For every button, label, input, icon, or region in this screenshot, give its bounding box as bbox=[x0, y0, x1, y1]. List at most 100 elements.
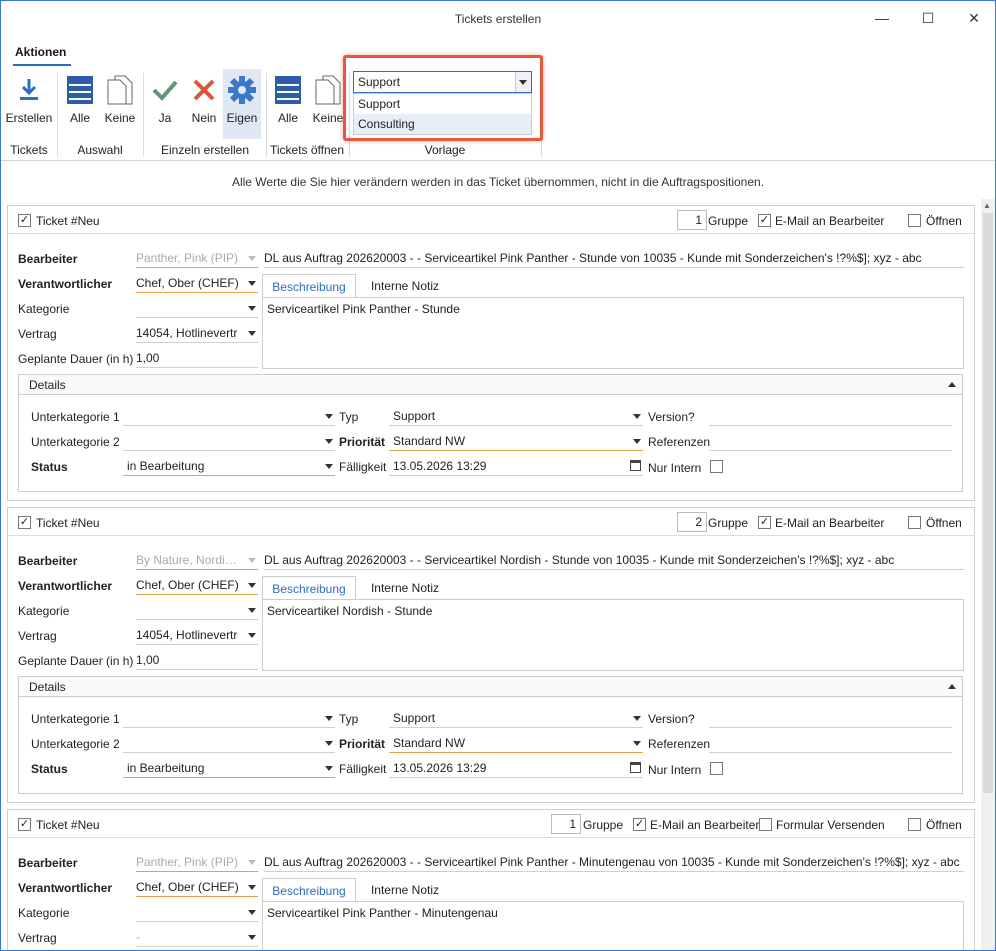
ticket-checkbox[interactable]: ✓ bbox=[18, 818, 31, 831]
scroll-up-icon[interactable]: ▲ bbox=[983, 201, 991, 210]
ja-button[interactable]: Ja bbox=[149, 69, 181, 139]
typ-combo[interactable]: Support bbox=[389, 406, 643, 426]
prioritaet-combo[interactable]: Standard NW bbox=[389, 431, 643, 451]
verantwortlicher-combo[interactable]: Chef, Ober (CHEF) bbox=[136, 877, 258, 897]
beschreibung-textarea[interactable]: Serviceartikel Pink Panther - Stunde bbox=[262, 297, 964, 369]
vorlage-option-support[interactable]: Support bbox=[354, 94, 531, 114]
vertrag-label: Vertrag bbox=[18, 327, 57, 341]
tab-interne-notiz[interactable]: Interne Notiz bbox=[360, 878, 450, 902]
bearbeiter-combo[interactable]: By Nature, Nordi… bbox=[136, 550, 258, 570]
close-button[interactable]: ✕ bbox=[951, 5, 995, 31]
faelligkeit-input[interactable]: 13.05.2026 13:29 bbox=[389, 456, 643, 476]
verantwortlicher-combo[interactable]: Chef, Ober (CHEF) bbox=[136, 273, 258, 293]
beschreibung-textarea[interactable]: Serviceartikel Nordish - Stunde bbox=[262, 599, 964, 671]
kategorie-label: Kategorie bbox=[18, 302, 70, 316]
email-checkbox[interactable]: ✓ bbox=[633, 818, 646, 831]
bearbeiter-label: Bearbeiter bbox=[18, 554, 78, 568]
dauer-input[interactable]: 1,00 bbox=[136, 348, 258, 368]
bearbeiter-combo[interactable]: Panther, Pink (PIP) bbox=[136, 852, 258, 872]
keine-auswahl-button[interactable]: Keine bbox=[101, 69, 139, 139]
oeffnen-checkbox[interactable] bbox=[908, 214, 921, 227]
nur-intern-checkbox[interactable] bbox=[710, 460, 723, 473]
scrollbar-thumb[interactable] bbox=[983, 213, 993, 793]
prioritaet-combo[interactable]: Standard NW bbox=[389, 733, 643, 753]
collapse-icon[interactable] bbox=[948, 684, 956, 689]
subject-input[interactable]: DL aus Auftrag 202620003 - - Servicearti… bbox=[264, 248, 964, 268]
nein-label: Nein bbox=[191, 111, 217, 125]
unterkat1-combo[interactable] bbox=[123, 406, 335, 426]
gruppe-input[interactable]: 2 bbox=[677, 512, 707, 532]
minimize-button[interactable]: — bbox=[859, 5, 905, 31]
faelligkeit-input[interactable]: 13.05.2026 13:29 bbox=[389, 758, 643, 778]
collapse-icon[interactable] bbox=[948, 382, 956, 387]
email-checkbox[interactable]: ✓ bbox=[758, 516, 771, 529]
dauer-input[interactable]: 1,00 bbox=[136, 650, 258, 670]
eigen-button[interactable]: Eigen bbox=[223, 69, 261, 139]
unterkat1-combo[interactable] bbox=[123, 708, 335, 728]
nein-button[interactable]: Nein bbox=[187, 69, 221, 139]
referenzen-input[interactable] bbox=[709, 431, 952, 451]
vertrag-combo[interactable]: 14054, Hotlinevertr bbox=[136, 323, 258, 343]
chevron-down-icon[interactable] bbox=[515, 72, 531, 92]
verantwortlicher-value: Chef, Ober (CHEF) bbox=[136, 578, 239, 592]
maximize-button[interactable]: ☐ bbox=[905, 5, 951, 31]
ticket-tabs: Beschreibung Interne Notiz bbox=[262, 274, 962, 298]
version-label: Version? bbox=[648, 712, 695, 726]
kategorie-combo[interactable] bbox=[136, 298, 258, 318]
tab-interne-notiz[interactable]: Interne Notiz bbox=[360, 274, 450, 298]
ticket-header: ✓ Ticket #Neu 2 Gruppe ✓ E-Mail an Bearb… bbox=[8, 508, 974, 536]
kategorie-label: Kategorie bbox=[18, 604, 70, 618]
group-einzeln-label: Einzeln erstellen bbox=[160, 143, 250, 157]
tab-beschreibung[interactable]: Beschreibung bbox=[262, 878, 356, 902]
alle-oeffnen-button[interactable]: Alle bbox=[271, 69, 305, 139]
vertrag-combo[interactable]: - bbox=[136, 927, 258, 947]
tab-interne-notiz[interactable]: Interne Notiz bbox=[360, 576, 450, 600]
typ-combo[interactable]: Support bbox=[389, 708, 643, 728]
version-input[interactable] bbox=[709, 406, 952, 426]
unterkat1-label: Unterkategorie 1 bbox=[31, 712, 120, 726]
gruppe-input[interactable]: 1 bbox=[677, 210, 707, 230]
oeffnen-checkbox[interactable] bbox=[908, 516, 921, 529]
unterkat1-label: Unterkategorie 1 bbox=[31, 410, 120, 424]
typ-label: Typ bbox=[339, 410, 359, 424]
email-checkbox[interactable]: ✓ bbox=[758, 214, 771, 227]
ticket-checkbox[interactable]: ✓ bbox=[18, 214, 31, 227]
subject-input[interactable]: DL aus Auftrag 202620003 - - Servicearti… bbox=[264, 550, 964, 570]
kategorie-combo[interactable] bbox=[136, 600, 258, 620]
gruppe-input[interactable]: 1 bbox=[551, 814, 581, 834]
tab-beschreibung[interactable]: Beschreibung bbox=[262, 274, 356, 298]
document-icon bbox=[107, 75, 133, 105]
prioritaet-label: Priorität bbox=[339, 435, 386, 449]
version-input[interactable] bbox=[709, 708, 952, 728]
status-combo[interactable]: in Bearbeitung bbox=[123, 456, 335, 476]
vertical-scrollbar[interactable]: ▲ bbox=[981, 199, 995, 950]
unterkat2-combo[interactable] bbox=[123, 733, 335, 753]
calendar-icon[interactable] bbox=[630, 460, 641, 471]
subject-input[interactable]: DL aus Auftrag 202620003 - - Servicearti… bbox=[264, 852, 964, 872]
details-header[interactable]: Details bbox=[19, 375, 962, 395]
tab-beschreibung[interactable]: Beschreibung bbox=[262, 576, 356, 600]
alle-auswahl-button[interactable]: Alle bbox=[63, 69, 97, 139]
verantwortlicher-combo[interactable]: Chef, Ober (CHEF) bbox=[136, 575, 258, 595]
details-header[interactable]: Details bbox=[19, 677, 962, 697]
unterkat2-combo[interactable] bbox=[123, 431, 335, 451]
ticket-checkbox[interactable]: ✓ bbox=[18, 516, 31, 529]
vorlage-option-consulting[interactable]: Consulting bbox=[354, 114, 531, 134]
formular-checkbox[interactable] bbox=[759, 818, 772, 831]
oeffnen-checkbox[interactable] bbox=[908, 818, 921, 831]
beschreibung-textarea[interactable]: Serviceartikel Pink Panther - Minutengen… bbox=[262, 901, 964, 950]
group-tickets-label: Tickets bbox=[10, 143, 48, 157]
referenzen-input[interactable] bbox=[709, 733, 952, 753]
erstellen-button[interactable]: Erstellen bbox=[5, 69, 53, 139]
vertrag-combo[interactable]: 14054, Hotlinevertr bbox=[136, 625, 258, 645]
ticket-title: Ticket #Neu bbox=[36, 818, 100, 832]
ribbon-tab-aktionen[interactable]: Aktionen bbox=[15, 45, 66, 59]
bearbeiter-combo[interactable]: Panther, Pink (PIP) bbox=[136, 248, 258, 268]
status-combo[interactable]: in Bearbeitung bbox=[123, 758, 335, 778]
kategorie-combo[interactable] bbox=[136, 902, 258, 922]
vorlage-combobox[interactable]: Support bbox=[353, 71, 532, 93]
eigen-label: Eigen bbox=[226, 111, 258, 125]
calendar-icon[interactable] bbox=[630, 762, 641, 773]
keine-oeffnen-button[interactable]: Keine bbox=[309, 69, 347, 139]
nur-intern-checkbox[interactable] bbox=[710, 762, 723, 775]
